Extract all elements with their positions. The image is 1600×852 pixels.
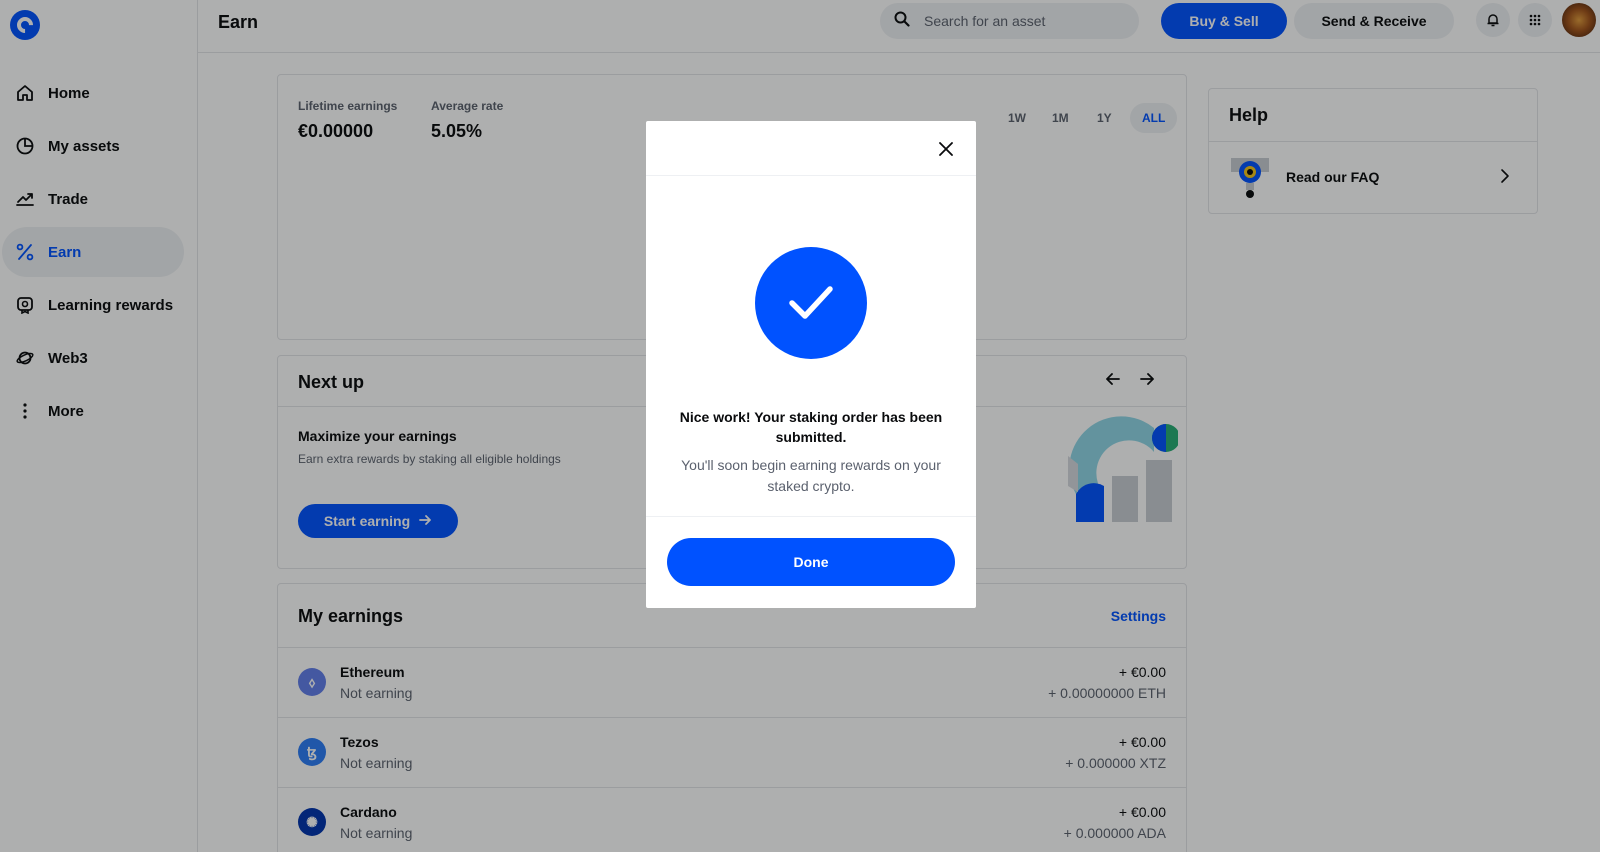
done-button[interactable]: Done [667, 538, 955, 586]
modal-subtitle: You'll soon begin earning rewards on you… [681, 457, 941, 494]
close-icon[interactable] [936, 139, 956, 159]
modal-header [646, 121, 976, 176]
staking-success-modal: Nice work! Your staking order has been s… [646, 121, 976, 608]
modal-title: Nice work! Your staking order has been s… [679, 409, 943, 445]
divider [646, 516, 976, 517]
success-check-icon [755, 247, 867, 359]
